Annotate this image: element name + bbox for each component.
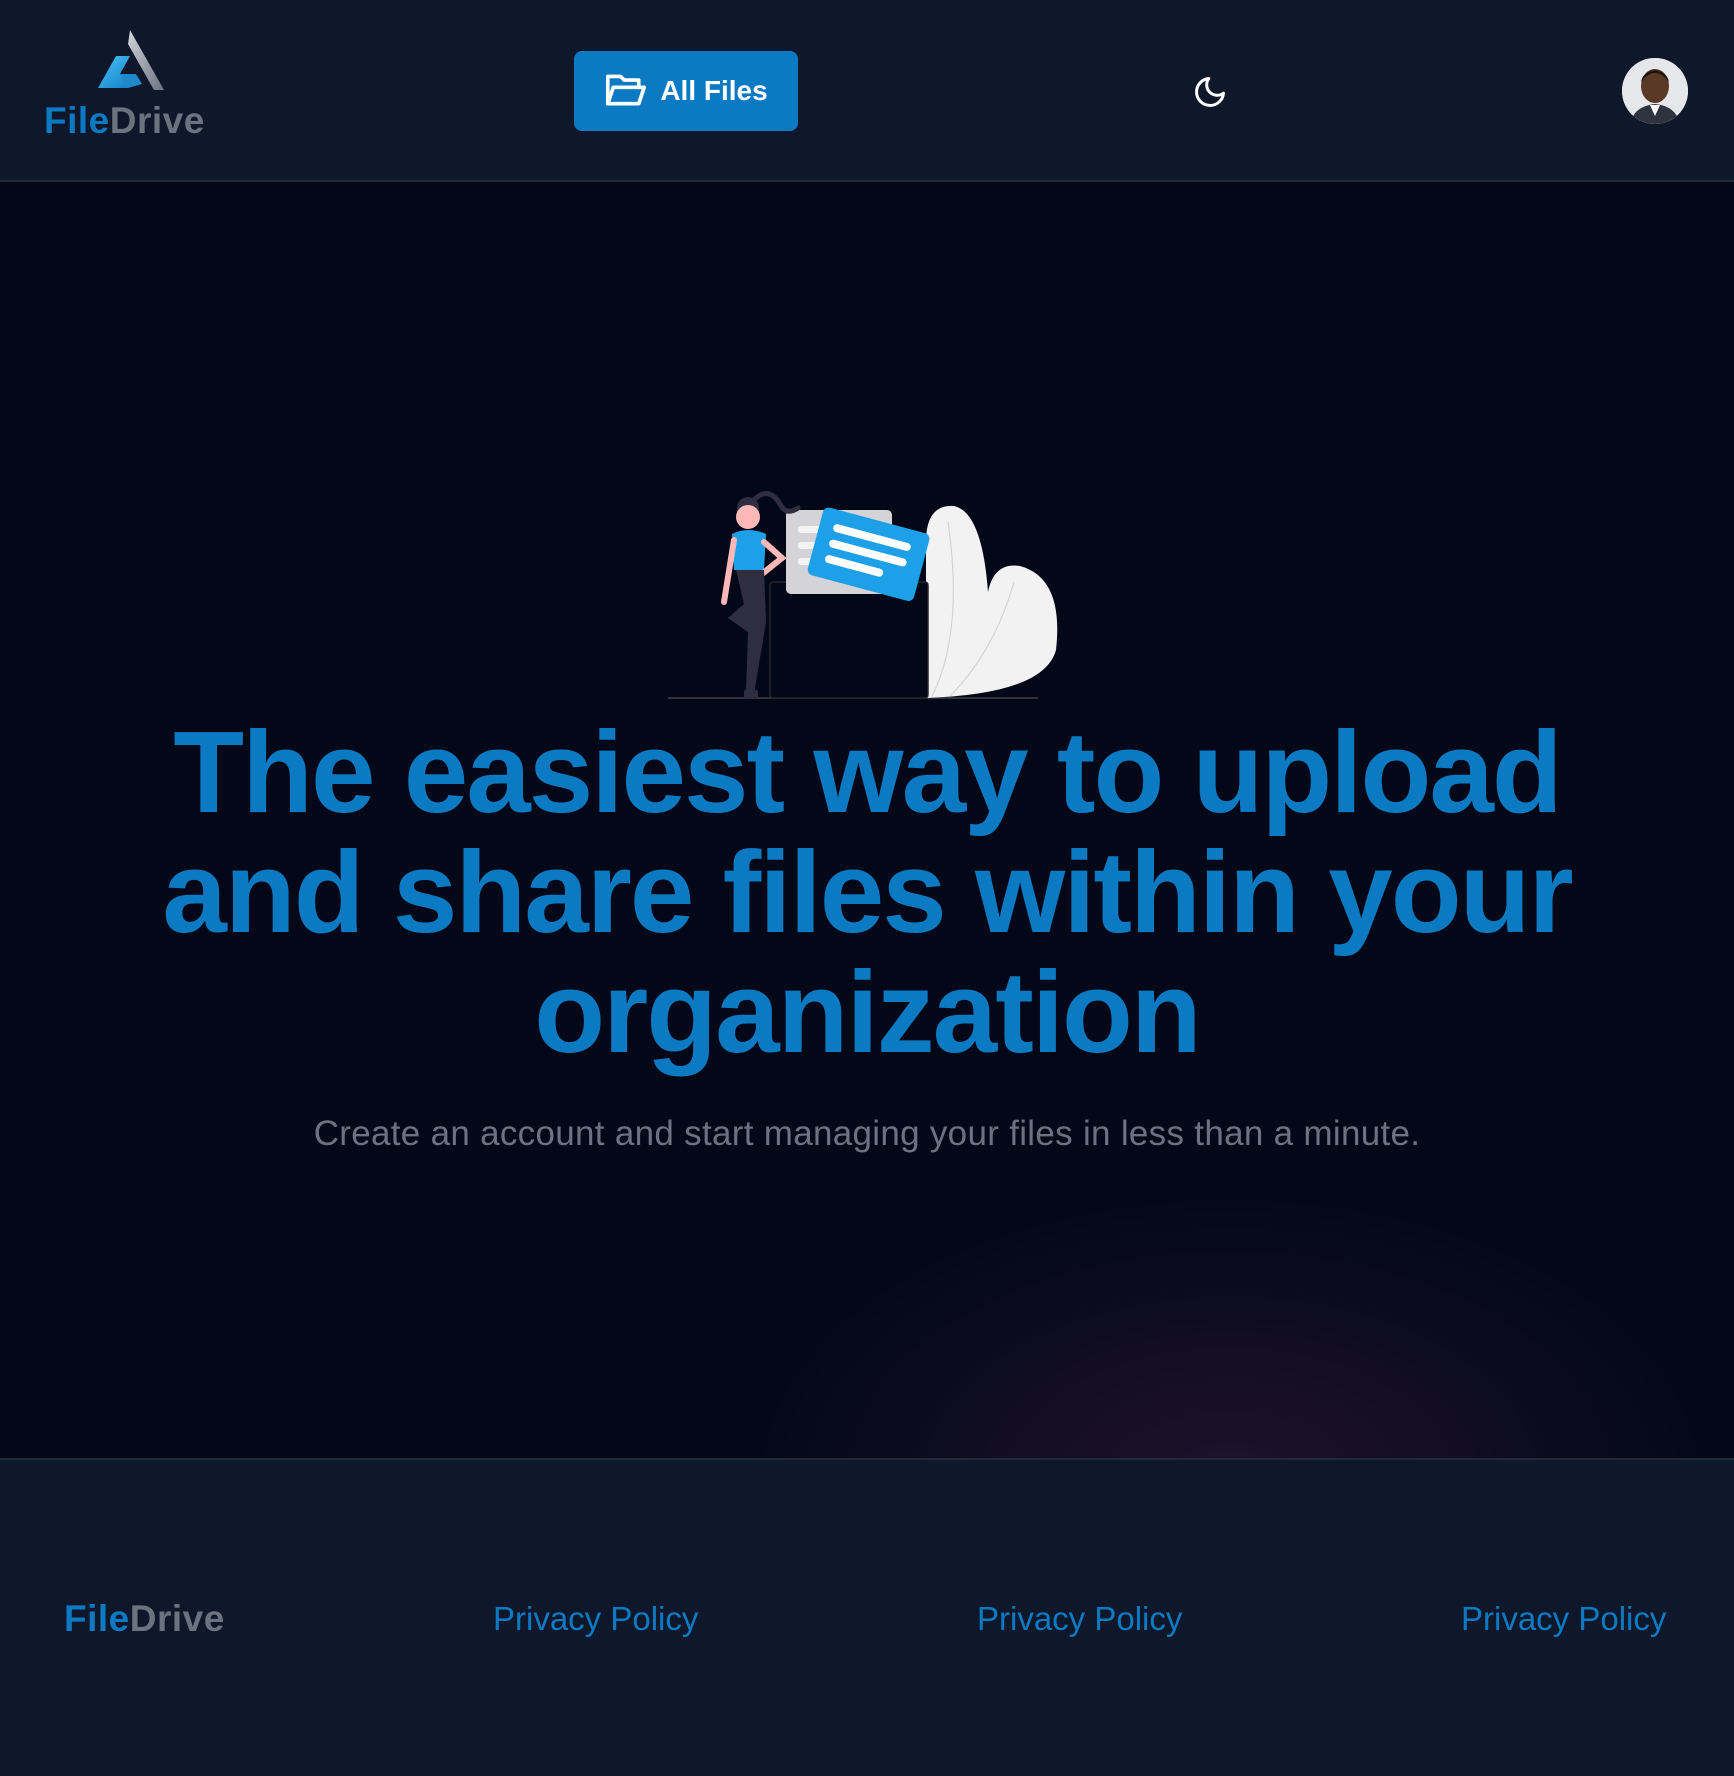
footer-brand-part1: File bbox=[64, 1598, 130, 1639]
moon-icon bbox=[1195, 77, 1225, 107]
all-files-button[interactable]: All Files bbox=[574, 51, 798, 131]
hero-section: The easiest way to upload and share file… bbox=[0, 182, 1734, 1458]
theme-toggle-button[interactable] bbox=[1188, 70, 1232, 114]
footer-brand[interactable]: FileDrive bbox=[64, 1598, 225, 1640]
footer-brand-part2: Drive bbox=[129, 1598, 225, 1639]
triangle-logo-icon bbox=[98, 30, 164, 90]
page-footer: FileDrive Privacy Policy Privacy Policy … bbox=[0, 1458, 1734, 1776]
brand-name-part2: Drive bbox=[109, 100, 205, 141]
brand-name-part1: File bbox=[44, 100, 110, 141]
all-files-label: All Files bbox=[660, 75, 768, 106]
avatar-photo-icon bbox=[1622, 58, 1688, 124]
footer-link-privacy-policy-2[interactable]: Privacy Policy bbox=[977, 1600, 1182, 1638]
brand-name: FileDrive bbox=[44, 100, 205, 142]
top-header: FileDrive All Files bbox=[0, 0, 1734, 182]
woman-with-folder-illustration bbox=[668, 491, 1058, 699]
hero-headline: The easiest way to upload and share file… bbox=[162, 707, 1573, 1077]
footer-link-privacy-policy-3[interactable]: Privacy Policy bbox=[1461, 1600, 1666, 1638]
user-avatar[interactable] bbox=[1622, 58, 1688, 124]
hero-subtitle: Create an account and start managing you… bbox=[313, 1114, 1421, 1153]
footer-link-privacy-policy-1[interactable]: Privacy Policy bbox=[493, 1600, 698, 1638]
brand-logo[interactable]: FileDrive bbox=[44, 26, 212, 146]
folder-open-icon bbox=[606, 74, 647, 106]
